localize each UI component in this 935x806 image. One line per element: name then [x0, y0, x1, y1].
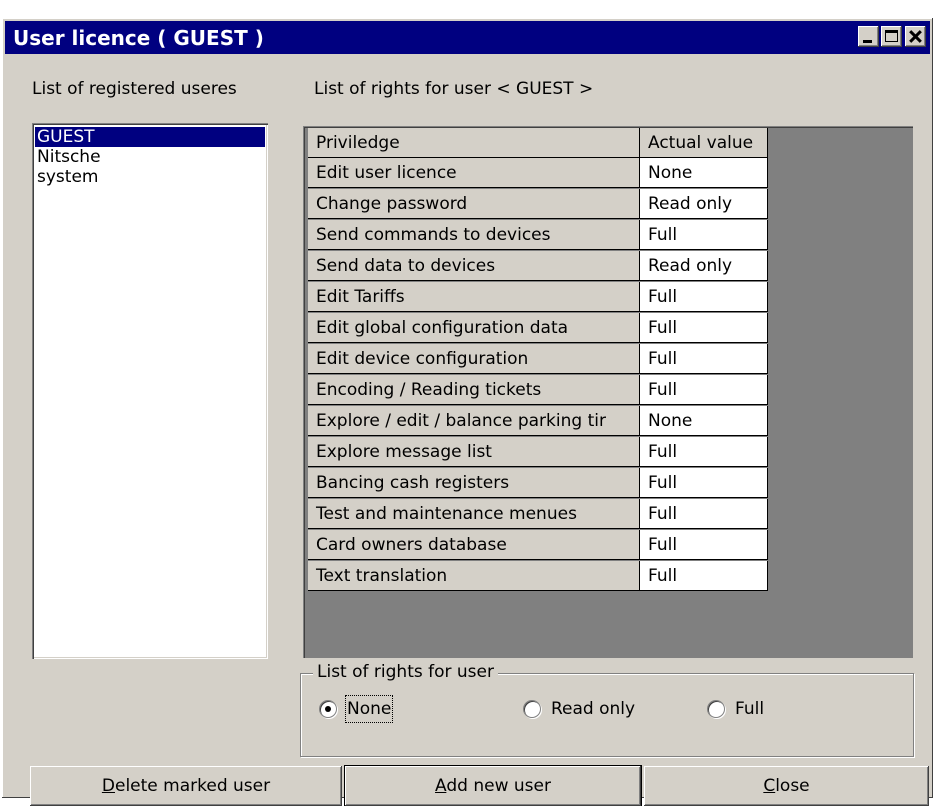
add-label: dd new user — [446, 776, 551, 796]
rights-radio-group: List of rights for user None Read only F… — [300, 662, 914, 757]
value-cell[interactable]: Full — [640, 375, 768, 405]
value-cell[interactable]: Full — [640, 313, 768, 343]
delete-marked-user-button[interactable]: Delete marked user — [30, 766, 342, 806]
list-item-user-guest[interactable]: GUEST — [35, 127, 265, 147]
value-cell[interactable]: Full — [640, 220, 768, 250]
registered-users-listbox[interactable]: GUEST Nitsche system — [32, 123, 268, 659]
priviledge-cell: Send commands to devices — [308, 220, 640, 250]
close-label: lose — [775, 776, 810, 796]
value-cell[interactable]: Full — [640, 437, 768, 467]
window-title: User licence ( GUEST ) — [13, 26, 264, 50]
radio-full-label[interactable]: Full — [735, 697, 764, 721]
value-cell[interactable]: Read only — [640, 251, 768, 281]
value-cell[interactable]: None — [640, 158, 768, 188]
list-item-user-nitsche[interactable]: Nitsche — [35, 147, 265, 167]
value-cell[interactable]: Full — [640, 468, 768, 498]
maximize-icon[interactable] — [881, 26, 902, 47]
users-list-label: List of registered useres — [32, 79, 237, 99]
radio-checked-icon[interactable] — [319, 700, 337, 718]
close-icon[interactable] — [905, 26, 926, 47]
rights-grid[interactable]: Priviledge Actual value Edit user licenc… — [303, 126, 913, 658]
value-cell[interactable]: Read only — [640, 189, 768, 219]
priviledge-cell: Encoding / Reading tickets — [308, 375, 640, 405]
priviledge-cell: Explore / edit / balance parking tir — [308, 406, 640, 436]
close-hotkey: C — [763, 776, 776, 796]
delete-hotkey: D — [101, 776, 115, 796]
priviledge-cell: Send data to devices — [308, 251, 640, 281]
priviledge-cell: Edit user licence — [308, 158, 640, 188]
rights-list-label: List of rights for user < GUEST > — [314, 79, 594, 99]
priviledge-cell: Explore message list — [308, 437, 640, 467]
value-cell[interactable]: None — [640, 406, 768, 436]
user-licence-window: User licence ( GUEST ) List of registere… — [2, 18, 933, 806]
radio-none-label[interactable]: None — [344, 695, 394, 723]
priviledge-cell: Change password — [308, 189, 640, 219]
priviledge-cell: Edit Tariffs — [308, 282, 640, 312]
title-bar[interactable]: User licence ( GUEST ) — [5, 21, 930, 54]
value-cell[interactable]: Full — [640, 530, 768, 560]
priviledge-cell: Card owners database — [308, 530, 640, 560]
priviledge-cell: Test and maintenance menues — [308, 499, 640, 529]
list-item-user-system[interactable]: system — [35, 167, 265, 187]
value-cell[interactable]: Full — [640, 561, 768, 591]
delete-label: elete marked user — [114, 776, 271, 796]
close-button[interactable]: Close — [644, 766, 929, 806]
priviledge-cell: Text translation — [308, 561, 640, 591]
column-header-actual-value[interactable]: Actual value — [640, 128, 768, 158]
priviledge-cell: Bancing cash registers — [308, 468, 640, 498]
priviledge-cell: Edit device configuration — [308, 344, 640, 374]
value-cell[interactable]: Full — [640, 282, 768, 312]
radio-unchecked-icon[interactable] — [707, 700, 725, 718]
add-hotkey: A — [435, 776, 447, 796]
radio-unchecked-icon[interactable] — [523, 700, 541, 718]
column-header-priviledge[interactable]: Priviledge — [308, 128, 640, 158]
priviledge-cell: Edit global configuration data — [308, 313, 640, 343]
minimize-icon[interactable] — [858, 26, 879, 47]
radio-read-only-label[interactable]: Read only — [551, 697, 635, 721]
radio-group-legend: List of rights for user — [313, 662, 498, 682]
value-cell[interactable]: Full — [640, 499, 768, 529]
value-cell[interactable]: Full — [640, 344, 768, 374]
add-new-user-button[interactable]: Add new user — [345, 766, 641, 806]
